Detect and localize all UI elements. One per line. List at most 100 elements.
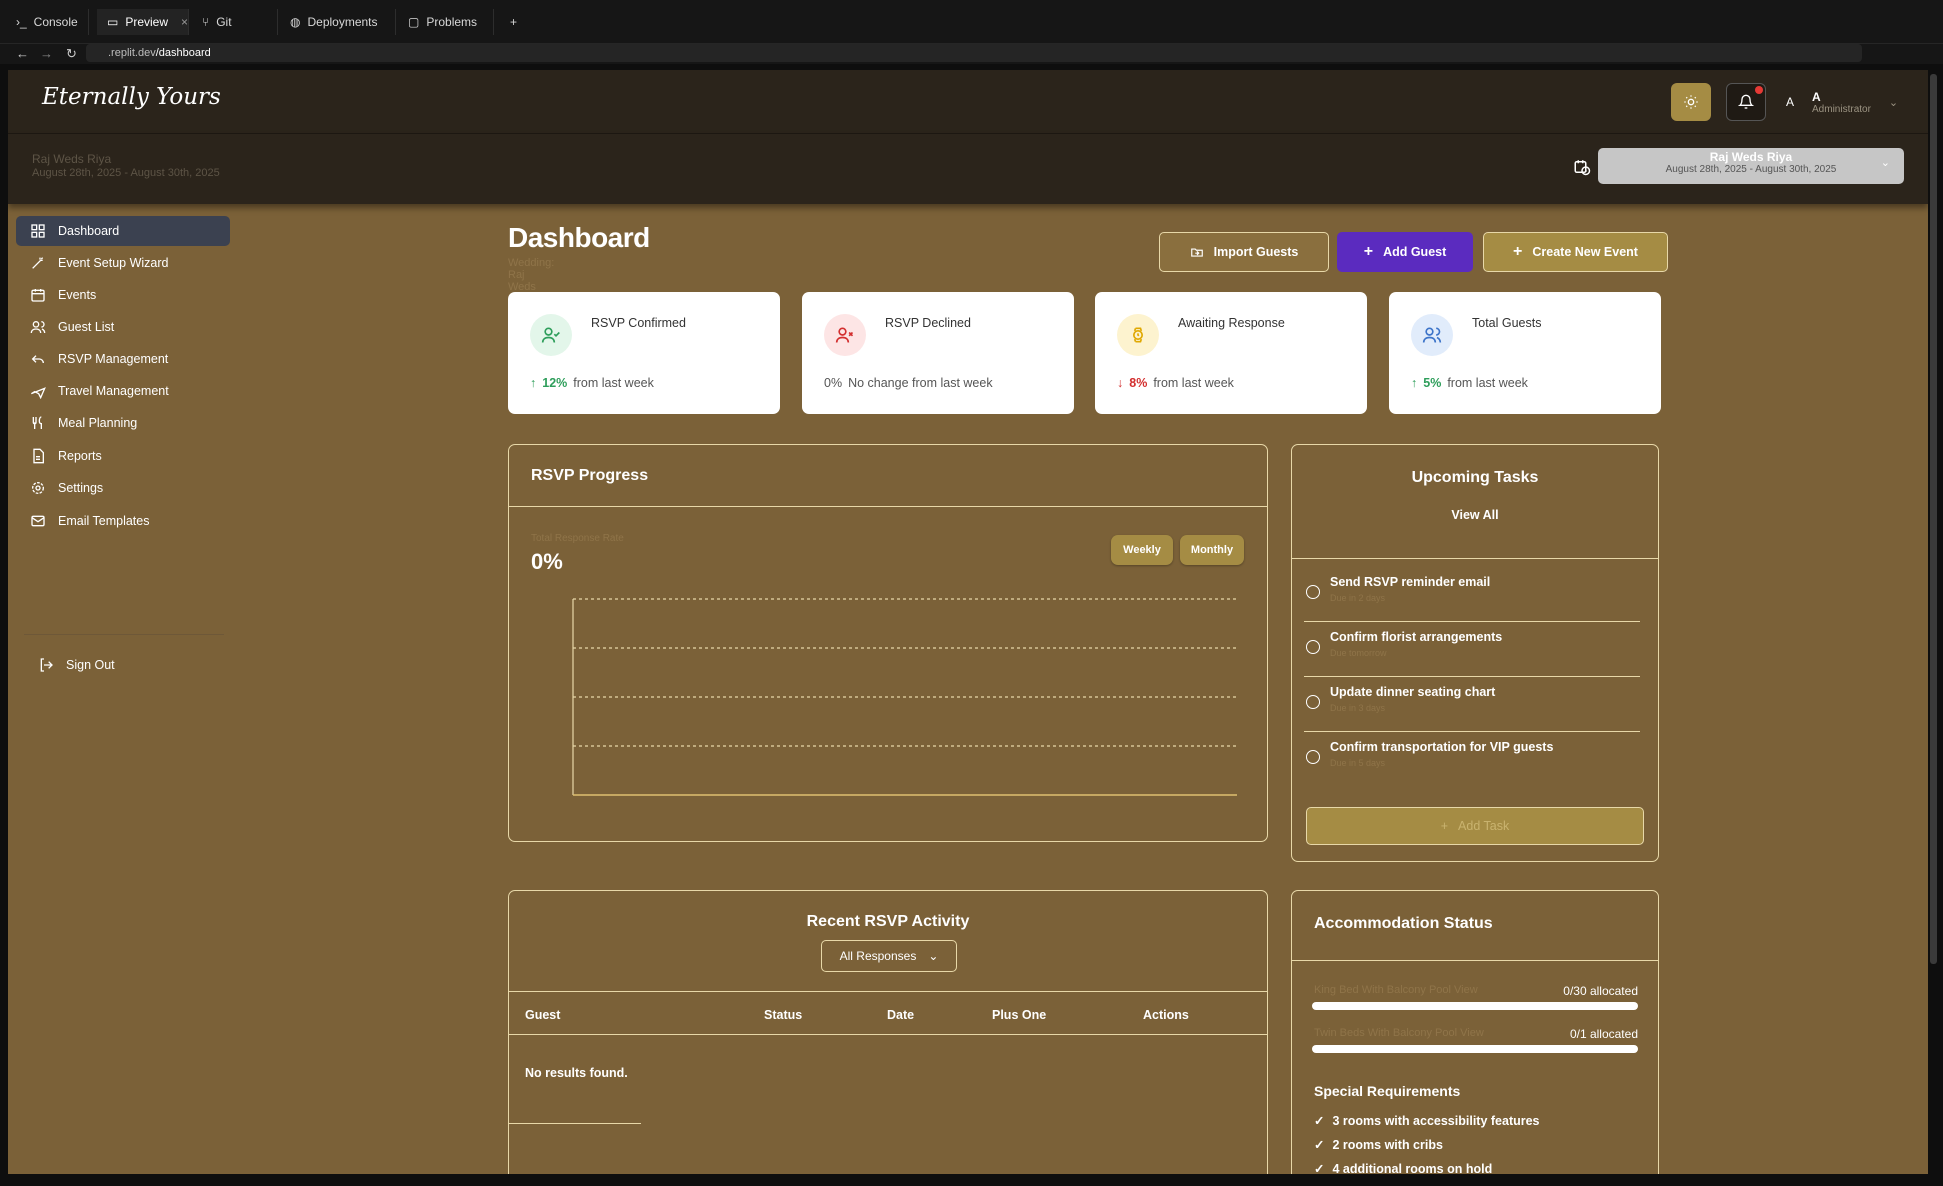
table-header: Guest Status Date Plus One Actions [509, 991, 1267, 1035]
arrow-down-icon: ↓ [1117, 376, 1124, 390]
sidebar-item-travel-management[interactable]: Travel Management [16, 376, 230, 406]
calendar-icon [31, 289, 45, 302]
brand-logo[interactable]: Eternally Yours [42, 84, 221, 110]
user-name: A [1812, 89, 1821, 104]
task-checkbox[interactable] [1306, 695, 1320, 709]
event-selector[interactable]: Raj Weds Riya August 28th, 2025 - August… [1598, 148, 1904, 184]
notifications-button[interactable] [1726, 83, 1766, 121]
check-circle-icon: ✓ [1314, 1114, 1325, 1128]
rsvp-progress-card: RSVP Progress Total Response Rate 0% Wee… [508, 444, 1268, 842]
plus-icon: + [1440, 819, 1449, 833]
task-checkbox[interactable] [1306, 640, 1320, 654]
close-icon[interactable]: × [181, 15, 188, 29]
back-icon[interactable]: ← [16, 46, 29, 61]
add-task-button[interactable]: + Add Task [1306, 807, 1644, 845]
user-check-icon [530, 314, 572, 356]
arrow-up-icon: ↑ [1411, 376, 1418, 390]
forward-icon[interactable]: → [40, 46, 53, 61]
problems-icon: ▢ [408, 15, 420, 29]
response-filter-select[interactable]: All Responses ⌄ [821, 940, 957, 972]
chevron-down-icon: ⌄ [1880, 157, 1890, 169]
recent-title: Recent RSVP Activity [806, 913, 970, 930]
tab-problems[interactable]: ▢ Problems [398, 9, 494, 35]
tab-preview[interactable]: ▭ Preview × [97, 9, 189, 35]
scrollbar[interactable] [1930, 74, 1937, 964]
page-title: Dashboard [508, 222, 650, 253]
sidebar-item-dashboard[interactable]: Dashboard [16, 216, 230, 246]
new-tab-button[interactable]: + [500, 9, 527, 35]
stat-card-awaiting-response: Awaiting Response ↓ 8% from last week [1095, 292, 1367, 414]
user-menu[interactable]: A A Administrator ⌄ [1786, 84, 1898, 120]
rsvp-chart [572, 598, 1237, 796]
sign-out-icon [40, 658, 53, 672]
check-circle-icon: ✓ [1314, 1138, 1325, 1152]
avatar: A [1786, 95, 1795, 109]
ide-tab-bar: ›_ Console ▭ Preview × ⑂ Git ◍ Deployments ▢ P… [0, 0, 1943, 44]
user-x-icon [824, 314, 866, 356]
sidebar-item-events[interactable]: Events [16, 280, 230, 310]
bell-icon [1738, 94, 1754, 109]
recent-rsvp-card: Recent RSVP Activity All Responses ⌄ Gue… [508, 890, 1268, 1174]
monitor-icon: ▭ [107, 15, 119, 29]
special-item: ✓ 4 additional rooms on hold [1314, 1161, 1493, 1175]
users-icon [30, 321, 46, 334]
tab-console[interactable]: ›_ Console [6, 9, 89, 35]
user-role: Administrator [1812, 103, 1871, 115]
rsvp-progress-title: RSVP Progress [531, 467, 649, 484]
url-field[interactable]: .replit.dev/dashboard [86, 44, 1862, 62]
dashboard-icon [31, 224, 45, 238]
app-window: Eternally Yours A A Administrator ⌄ Raj … [8, 70, 1928, 1174]
plus-icon: + [1363, 243, 1374, 260]
special-item: ✓ 2 rooms with cribs [1314, 1137, 1443, 1153]
event-dates: August 28th, 2025 - August 30th, 2025 [32, 167, 220, 179]
monthly-toggle[interactable]: Monthly [1180, 535, 1244, 565]
sidebar-item-event-setup-wizard[interactable]: Event Setup Wizard [16, 248, 230, 278]
create-new-event-button[interactable]: + Create New Event [1483, 232, 1668, 272]
sidebar-item-rsvp-management[interactable]: RSVP Management [16, 344, 230, 374]
accommodation-card: Accommodation Status King Bed With Balco… [1291, 890, 1659, 1174]
empty-state: No results found. [525, 1066, 628, 1080]
file-icon [33, 448, 44, 464]
sidebar-item-guest-list[interactable]: Guest List [16, 312, 230, 342]
special-item: ✓ 3 rooms with accessibility features [1314, 1113, 1540, 1129]
weekly-toggle[interactable]: Weekly [1111, 535, 1173, 565]
rate-value: 0% [531, 549, 563, 574]
terminal-icon: ›_ [16, 15, 27, 29]
event-name: Raj Weds Riya [32, 152, 112, 166]
tab-git[interactable]: ⑂ Git [192, 9, 278, 35]
import-icon [1190, 248, 1203, 257]
task-item[interactable]: Confirm transportation for VIP guests Du… [1304, 732, 1640, 786]
sidebar-item-reports[interactable]: Reports [16, 441, 230, 471]
accommodation-title: Accommodation Status [1314, 915, 1493, 932]
sign-out-button[interactable]: Sign Out [16, 650, 230, 680]
top-bar: Eternally Yours A A Administrator ⌄ [8, 70, 1928, 134]
add-guest-button[interactable]: + Add Guest [1337, 232, 1473, 272]
sidebar-divider [24, 634, 224, 635]
task-item[interactable]: Confirm florist arrangements Due tomorro… [1304, 622, 1640, 676]
check-circle-icon: ✓ [1314, 1162, 1325, 1174]
plane-icon [30, 387, 46, 399]
special-title: Special Requirements [1314, 1083, 1461, 1099]
task-checkbox[interactable] [1306, 585, 1320, 599]
import-guests-button[interactable]: Import Guests [1159, 232, 1329, 272]
room-progress-bar [1312, 1045, 1638, 1053]
chevron-down-icon: ⌄ [1888, 96, 1899, 109]
task-item[interactable]: Send RSVP reminder email Due in 2 days [1304, 567, 1640, 621]
theme-toggle-button[interactable] [1671, 83, 1711, 121]
room-progress-bar [1312, 1002, 1638, 1010]
sidebar-item-email-templates[interactable]: Email Templates [16, 506, 230, 536]
arrow-up-icon: ↑ [530, 376, 537, 390]
stat-card-rsvp-declined: RSVP Declined 0% No change from last week [802, 292, 1074, 414]
tab-deployments[interactable]: ◍ Deployments [280, 9, 396, 35]
view-all-link[interactable]: View All [1292, 508, 1658, 522]
task-item[interactable]: Update dinner seating chart Due in 3 day… [1304, 677, 1640, 731]
sun-icon [1684, 95, 1698, 109]
sidebar-item-meal-planning[interactable]: Meal Planning [16, 408, 230, 438]
sidebar-item-settings[interactable]: Settings [16, 473, 230, 503]
event-bar: Raj Weds Riya August 28th, 2025 - August… [8, 134, 1928, 204]
tasks-title: Upcoming Tasks [1411, 469, 1539, 486]
utensils-icon [32, 416, 42, 429]
reload-icon[interactable]: ↻ [66, 46, 77, 62]
stat-card-rsvp-confirmed: RSVP Confirmed ↑ 12% from last week [508, 292, 780, 414]
task-checkbox[interactable] [1306, 750, 1320, 764]
